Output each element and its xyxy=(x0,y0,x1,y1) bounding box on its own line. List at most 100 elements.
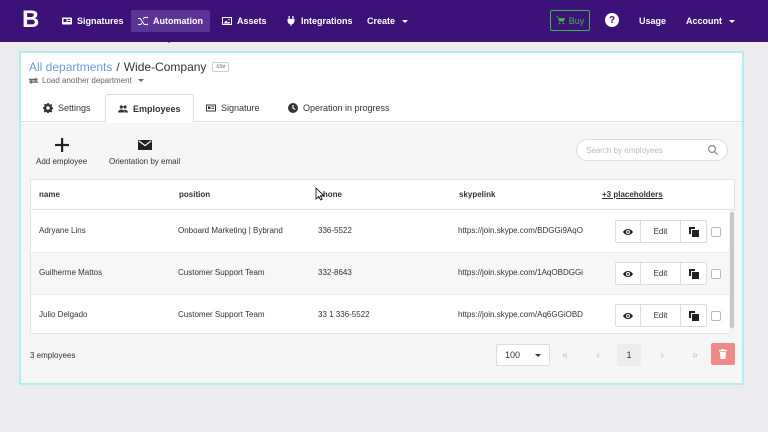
clock-icon xyxy=(288,103,298,113)
table-row: Adryane Lins Onboard Marketing | Bybrand… xyxy=(31,211,729,253)
edit-button[interactable]: Edit xyxy=(641,221,681,242)
row-checkbox[interactable] xyxy=(711,227,721,237)
id-card-icon xyxy=(62,17,72,25)
cell-skypelink: https://join.skype.com/1AqOBDGGi xyxy=(458,268,583,277)
table-scrollbar[interactable] xyxy=(729,210,735,334)
pager-page-current[interactable]: 1 xyxy=(617,344,641,366)
nav-account-dropdown[interactable]: Account xyxy=(679,10,742,32)
row-checkbox[interactable] xyxy=(711,269,721,279)
tab-settings[interactable]: Settings xyxy=(31,94,103,122)
cell-phone: 33 1 336-5522 xyxy=(318,310,370,319)
cell-position: Onboard Marketing | Bybrand xyxy=(178,226,283,235)
scroll-thumb[interactable] xyxy=(730,212,734,328)
cell-name: Julio Delgado xyxy=(39,310,88,319)
top-nav: B Signatures Automation Assets Integrati… xyxy=(0,0,768,42)
nav-usage[interactable]: Usage xyxy=(632,10,673,32)
copy-icon xyxy=(688,226,699,237)
per-page-value: 100 xyxy=(505,350,521,360)
help-icon[interactable]: ? xyxy=(605,13,619,27)
orientation-email-label: Orientation by email xyxy=(109,157,181,166)
column-header-placeholders[interactable]: +3 placeholders xyxy=(602,190,663,199)
nav-create-label: Create xyxy=(367,16,396,26)
employee-count: 3 employees xyxy=(30,351,76,360)
pager-last[interactable]: » xyxy=(683,344,707,366)
duplicate-button[interactable] xyxy=(681,221,706,242)
duplicate-button[interactable] xyxy=(681,263,706,284)
pager-next[interactable]: › xyxy=(650,344,674,366)
eye-icon xyxy=(623,270,633,277)
bybrand-logo[interactable]: B xyxy=(22,8,42,32)
cell-position: Customer Support Team xyxy=(178,268,265,277)
row-actions: Edit xyxy=(615,304,707,327)
column-header-name[interactable]: name xyxy=(39,190,60,199)
search-input[interactable] xyxy=(586,145,708,155)
tab-signature-label: Signature xyxy=(221,103,260,113)
search-box xyxy=(576,139,728,161)
edit-button[interactable]: Edit xyxy=(641,305,681,326)
copy-icon xyxy=(688,268,699,279)
orientation-email-button[interactable]: Orientation by email xyxy=(109,138,180,166)
column-header-skypelink[interactable]: skypelink xyxy=(459,190,495,199)
row-actions: Edit xyxy=(615,262,707,285)
plus-icon xyxy=(54,138,69,152)
cell-position: Customer Support Team xyxy=(178,310,265,319)
id-card-icon xyxy=(206,104,216,112)
page-title: Wide-Company xyxy=(123,60,207,74)
eye-icon xyxy=(623,228,633,235)
duplicate-button[interactable] xyxy=(681,305,706,326)
nav-automation-label: Automation xyxy=(153,16,203,26)
load-department-label: Load another department xyxy=(42,76,132,85)
tab-settings-label: Settings xyxy=(58,103,91,113)
tab-employees-label: Employees xyxy=(133,103,181,114)
eye-icon xyxy=(623,312,633,319)
plug-icon xyxy=(287,16,295,26)
nav-assets-label: Assets xyxy=(237,16,267,26)
table-row: Julio Delgado Customer Support Team 33 1… xyxy=(31,295,729,337)
chevron-down-icon xyxy=(402,19,409,23)
preview-button[interactable] xyxy=(616,263,641,284)
breadcrumb: All departments / Wide-Company csv xyxy=(29,60,230,74)
tab-operation-label: Operation in progress xyxy=(303,103,390,113)
chevron-down-icon xyxy=(535,353,541,357)
nav-integrations[interactable]: Integrations xyxy=(279,10,360,32)
nav-assets[interactable]: Assets xyxy=(215,10,274,32)
pager-first[interactable]: « xyxy=(553,344,577,366)
buy-button[interactable]: Buy xyxy=(550,10,590,31)
column-header-position[interactable]: position xyxy=(179,190,210,199)
cell-phone: 332-8643 xyxy=(318,268,352,277)
delete-button[interactable] xyxy=(711,343,735,365)
nav-create-dropdown[interactable]: Create xyxy=(360,10,415,32)
per-page-select[interactable]: 100 xyxy=(496,344,550,366)
department-card: All departments / Wide-Company csv Load … xyxy=(19,51,744,385)
nav-usage-label: Usage xyxy=(639,16,667,26)
breadcrumb-all-departments[interactable]: All departments xyxy=(29,60,112,74)
preview-button[interactable] xyxy=(616,221,641,242)
mouse-cursor-icon xyxy=(315,187,325,201)
edit-button[interactable]: Edit xyxy=(641,263,681,284)
shuffle-icon xyxy=(138,16,148,26)
swap-icon xyxy=(29,77,38,85)
table-header: name position phone skypelink +3 placeho… xyxy=(31,180,736,210)
cell-name: Adryane Lins xyxy=(39,226,86,235)
chevron-down-icon xyxy=(137,79,144,82)
tab-signature[interactable]: Signature xyxy=(194,94,272,122)
trash-icon xyxy=(719,349,727,359)
add-employee-button[interactable]: Add employee xyxy=(36,138,87,166)
users-icon xyxy=(118,104,128,112)
search-icon[interactable] xyxy=(708,145,718,155)
cart-icon xyxy=(555,16,565,25)
row-checkbox[interactable] xyxy=(711,311,721,321)
active-nav-pointer xyxy=(164,38,174,43)
tab-operation-in-progress[interactable]: Operation in progress xyxy=(276,94,402,122)
load-department-dropdown[interactable]: Load another department xyxy=(29,76,144,85)
preview-button[interactable] xyxy=(616,305,641,326)
breadcrumb-separator: / xyxy=(116,60,120,74)
copy-icon xyxy=(688,310,699,321)
buy-label: Buy xyxy=(568,15,585,26)
tab-employees[interactable]: Employees xyxy=(105,94,194,123)
table-row: Guilherme Mattos Customer Support Team 3… xyxy=(31,253,729,295)
nav-signatures[interactable]: Signatures xyxy=(55,10,131,32)
pager-prev[interactable]: ‹ xyxy=(586,344,610,366)
row-actions: Edit xyxy=(615,220,707,243)
nav-automation[interactable]: Automation xyxy=(131,10,210,32)
